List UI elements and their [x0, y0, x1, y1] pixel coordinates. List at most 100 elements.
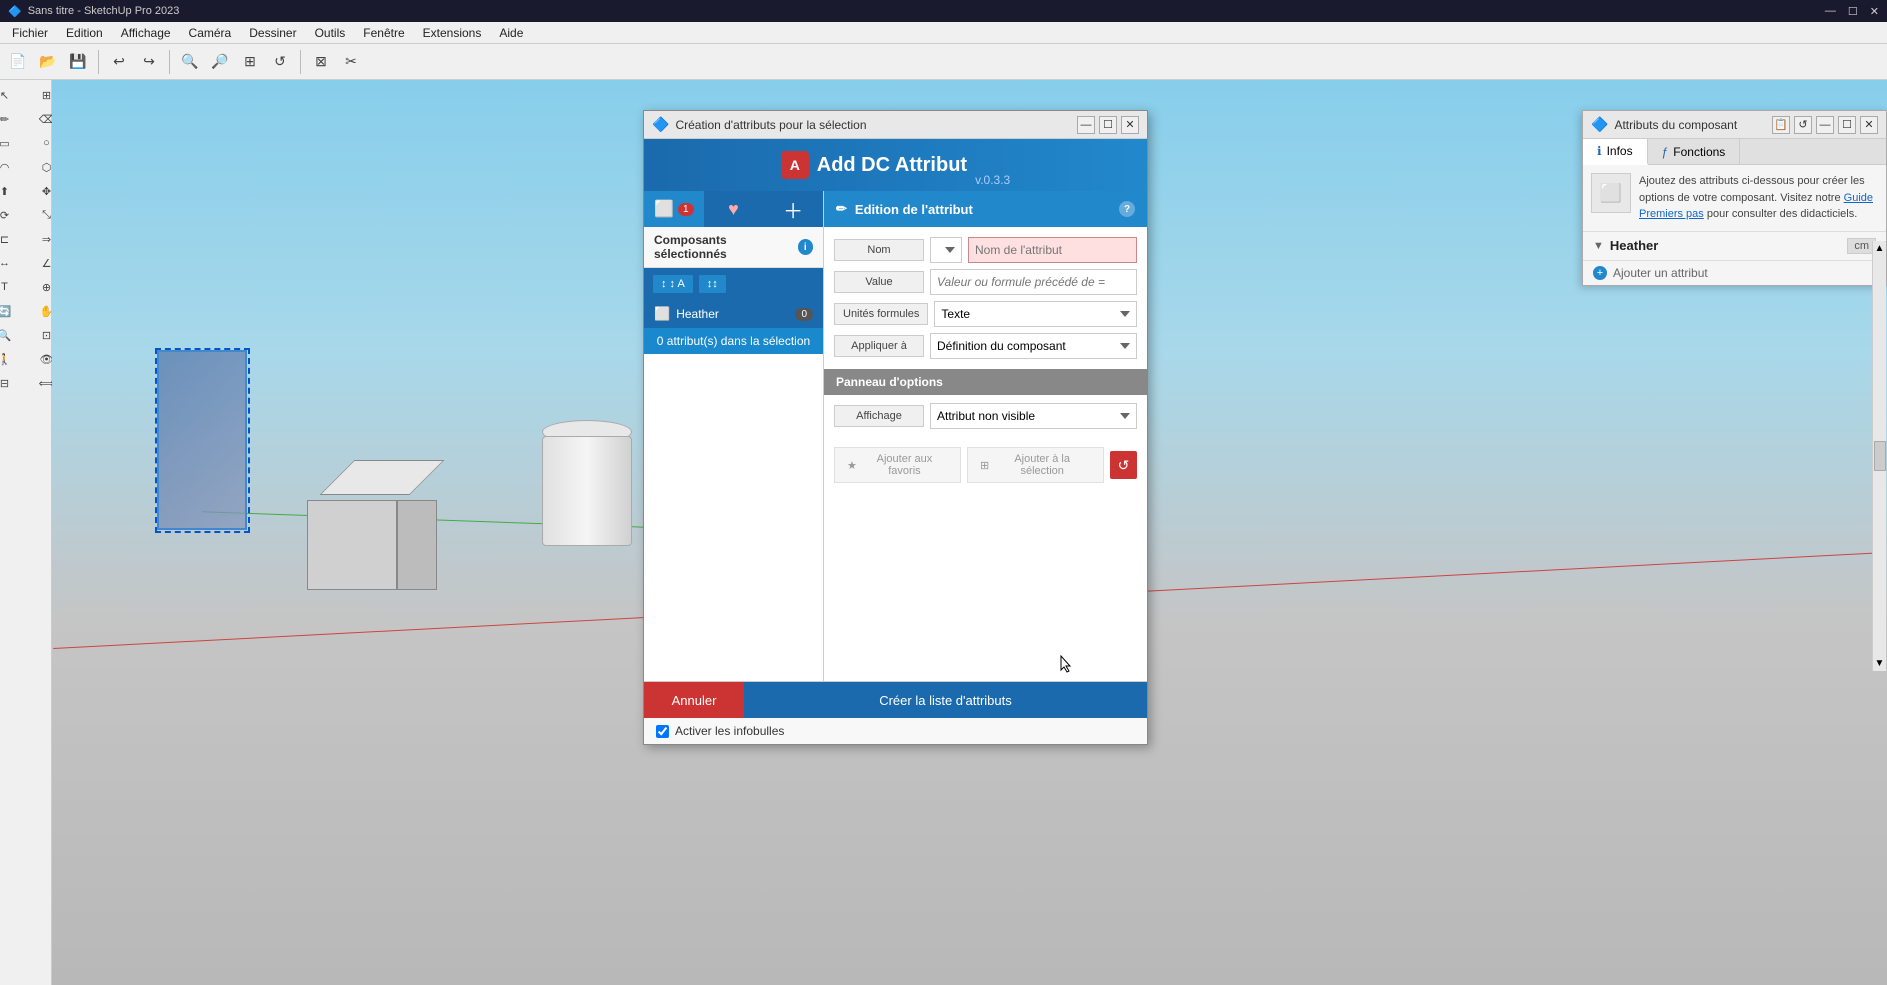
- panel-left-header: ⬜ 1 ♥ ＋: [644, 191, 823, 227]
- add-favs-btn[interactable]: ★ Ajouter aux favoris: [834, 447, 961, 483]
- toolbar-component[interactable]: ⊠: [307, 48, 335, 76]
- attr-count-text: 0 attribut(s) dans la sélection: [657, 334, 810, 348]
- tool-select[interactable]: ↖: [0, 84, 25, 106]
- scrollbar-down-arrow[interactable]: ▼: [1875, 658, 1885, 669]
- menu-fichier[interactable]: Fichier: [4, 24, 56, 42]
- component-row-left: ⬜ Heather: [654, 306, 719, 322]
- menu-edition[interactable]: Edition: [58, 24, 111, 42]
- apply-select[interactable]: Définition du composant: [930, 333, 1137, 359]
- form-row-display: Affichage Attribut non visible: [834, 403, 1137, 429]
- person-figure[interactable]: [157, 350, 247, 530]
- scrollbar-up-arrow[interactable]: ▲: [1875, 243, 1885, 254]
- units-select[interactable]: Texte: [934, 301, 1137, 327]
- tool-pencil[interactable]: ✏: [0, 108, 25, 130]
- units-label-btn[interactable]: Unités formules: [834, 303, 928, 325]
- toolbar-zoom-extents[interactable]: ⊞: [236, 48, 264, 76]
- sidebar-close-btn[interactable]: ✕: [1860, 116, 1878, 134]
- toolbar-new[interactable]: 📄: [4, 48, 32, 76]
- panel-right: ✏ Edition de l'attribut ? Nom Val: [824, 191, 1147, 681]
- menu-extensions[interactable]: Extensions: [415, 24, 490, 42]
- toolbar-zoom-out[interactable]: 🔎: [206, 48, 234, 76]
- panel-left: ⬜ 1 ♥ ＋ Composants sélectionnés i ↕ ↕ A: [644, 191, 824, 681]
- sidebar-maximize-btn[interactable]: ☐: [1838, 116, 1856, 134]
- tool-offset[interactable]: ⊏: [0, 228, 25, 250]
- tool-arc[interactable]: ◠: [0, 156, 25, 178]
- menu-outils[interactable]: Outils: [307, 24, 354, 42]
- toolbar-open[interactable]: 📂: [34, 48, 62, 76]
- maximize-btn[interactable]: ☐: [1848, 5, 1858, 18]
- value-input[interactable]: [930, 269, 1137, 295]
- sidebar-titlebar-btns: 📋 ↺ — ☐ ✕: [1772, 116, 1878, 134]
- attr-count-row: 0 attribut(s) dans la sélection: [644, 328, 823, 354]
- tool-orbit[interactable]: 🔄: [0, 300, 25, 322]
- tool-push-pull[interactable]: ⬆: [0, 180, 25, 202]
- menu-affichage[interactable]: Affichage: [113, 24, 179, 42]
- create-btn[interactable]: Créer la liste d'attributs: [744, 682, 1147, 718]
- sidebar-add-attr-row[interactable]: + Ajouter un attribut: [1583, 261, 1886, 285]
- menu-fenetre[interactable]: Fenêtre: [355, 24, 412, 42]
- dialog-close-btn[interactable]: ✕: [1121, 116, 1139, 134]
- tool-tape[interactable]: ↔: [0, 252, 25, 274]
- cylinder-3d[interactable]: [542, 420, 632, 546]
- sidebar-tab-fonctions[interactable]: ƒ Fonctions: [1648, 139, 1741, 164]
- toolbar-undo[interactable]: ↩: [105, 48, 133, 76]
- refresh-btn[interactable]: ↺: [1110, 451, 1137, 479]
- menu-camera[interactable]: Caméra: [181, 24, 240, 42]
- panel-info-btn[interactable]: i: [798, 239, 813, 255]
- toolbar-cut[interactable]: ✂: [337, 48, 365, 76]
- sidebar-component-row[interactable]: ▼ Heather cm: [1583, 232, 1886, 261]
- cube-icon: ⬜: [654, 199, 674, 219]
- toolbar-save[interactable]: 💾: [64, 48, 92, 76]
- add-attr-icon[interactable]: +: [1593, 266, 1607, 280]
- tool-section[interactable]: ⊟: [0, 372, 25, 394]
- add-selection-btn[interactable]: ⊞ Ajouter à la sélection: [967, 447, 1104, 483]
- minimize-btn[interactable]: —: [1825, 5, 1836, 18]
- toolbar-zoom-in[interactable]: 🔍: [176, 48, 204, 76]
- sidebar-titlebar: 🔷 Attributs du composant 📋 ↺ — ☐ ✕: [1583, 111, 1886, 139]
- panel-right-info-btn[interactable]: ?: [1119, 201, 1135, 217]
- display-label-btn[interactable]: Affichage: [834, 405, 924, 427]
- tool-walk[interactable]: 🚶: [0, 348, 25, 370]
- tool-rectangle[interactable]: ▭: [0, 132, 25, 154]
- display-select[interactable]: Attribut non visible: [930, 403, 1137, 429]
- tool-rotate[interactable]: ⟳: [0, 204, 25, 226]
- infobulles-checkbox[interactable]: [656, 725, 669, 738]
- tool-zoom[interactable]: 🔍: [0, 324, 25, 346]
- tool-text[interactable]: T: [0, 276, 25, 298]
- box-3d[interactable]: [307, 460, 437, 590]
- scrollbar-thumb[interactable]: [1874, 441, 1886, 471]
- sort-za-btn[interactable]: ↕↕: [698, 274, 727, 294]
- menu-aide[interactable]: Aide: [491, 24, 531, 42]
- component-row[interactable]: ⬜ Heather 0: [644, 300, 823, 328]
- dialog-panels: ⬜ 1 ♥ ＋ Composants sélectionnés i ↕ ↕ A: [644, 191, 1147, 681]
- cancel-btn[interactable]: Annuler: [644, 682, 744, 718]
- nom-type-select[interactable]: [930, 237, 962, 263]
- dialog-minimize-btn[interactable]: —: [1077, 116, 1095, 134]
- dialog-creation[interactable]: 🔷 Création d'attributs pour la sélection…: [643, 110, 1148, 745]
- expand-icon[interactable]: ▼: [1593, 240, 1604, 252]
- toolbar-redo[interactable]: ↪: [135, 48, 163, 76]
- apply-label-btn[interactable]: Appliquer à: [834, 335, 924, 357]
- dialog-creation-title: Création d'attributs pour la sélection: [675, 118, 866, 132]
- sidebar-action-2[interactable]: ↺: [1794, 116, 1812, 134]
- form-row-value: Value: [834, 269, 1137, 295]
- plus-icon: ＋: [783, 195, 803, 224]
- sidebar-action-1[interactable]: 📋: [1772, 116, 1790, 134]
- panel-tab-add[interactable]: ＋: [763, 191, 823, 227]
- sidebar-tab-infos[interactable]: ℹ Infos: [1583, 139, 1648, 165]
- nom-input[interactable]: [968, 237, 1137, 263]
- infobulles-label: Activer les infobulles: [675, 724, 784, 738]
- panel-tab-components[interactable]: ⬜ 1: [644, 191, 704, 227]
- toolbar-sep-2: [169, 50, 170, 74]
- form-row-nom: Nom: [834, 237, 1137, 263]
- nom-label-btn[interactable]: Nom: [834, 239, 924, 261]
- panel-tab-heart[interactable]: ♥: [704, 191, 764, 227]
- panel-right-title: ✏ Edition de l'attribut: [836, 201, 973, 217]
- value-label-btn[interactable]: Value: [834, 271, 924, 293]
- menu-dessiner[interactable]: Dessiner: [241, 24, 304, 42]
- close-btn[interactable]: ✕: [1870, 5, 1879, 18]
- toolbar-orbit[interactable]: ↺: [266, 48, 294, 76]
- sidebar-minimize-btn[interactable]: —: [1816, 116, 1834, 134]
- sort-az-btn[interactable]: ↕ ↕ A: [652, 274, 694, 294]
- dialog-maximize-btn[interactable]: ☐: [1099, 116, 1117, 134]
